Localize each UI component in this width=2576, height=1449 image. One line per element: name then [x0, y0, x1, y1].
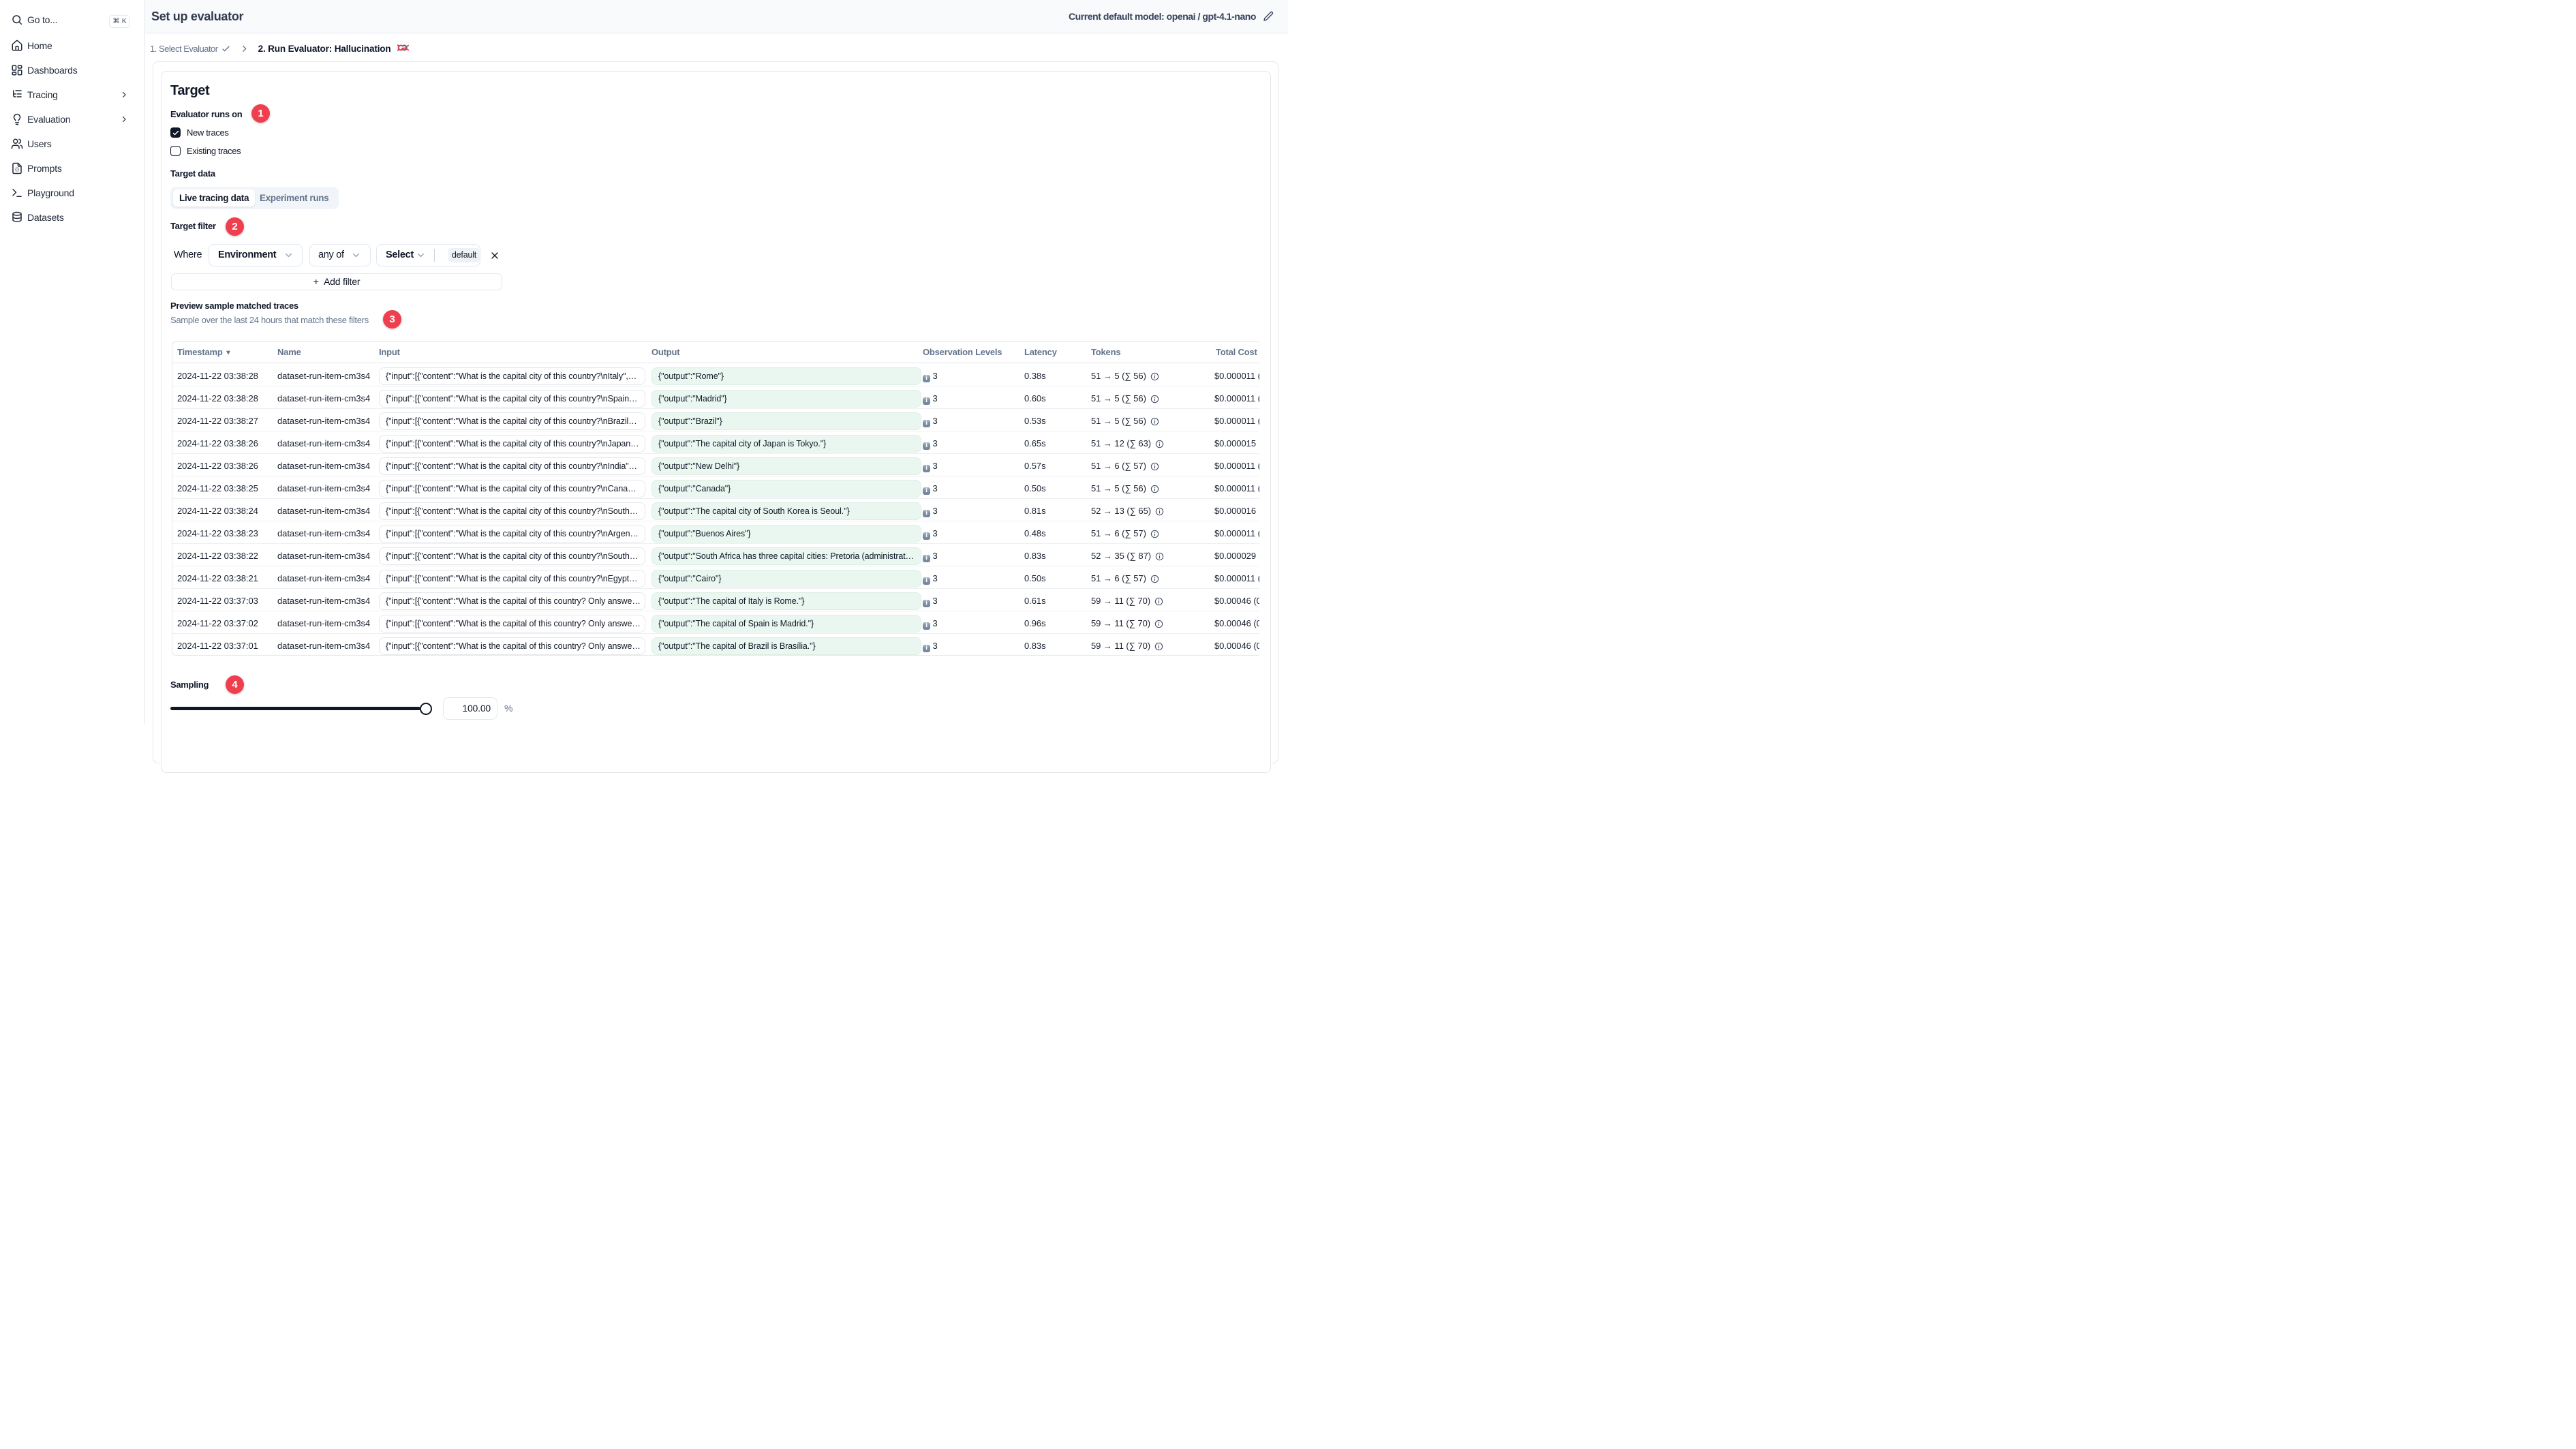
svg-text:}: } — [17, 168, 19, 172]
